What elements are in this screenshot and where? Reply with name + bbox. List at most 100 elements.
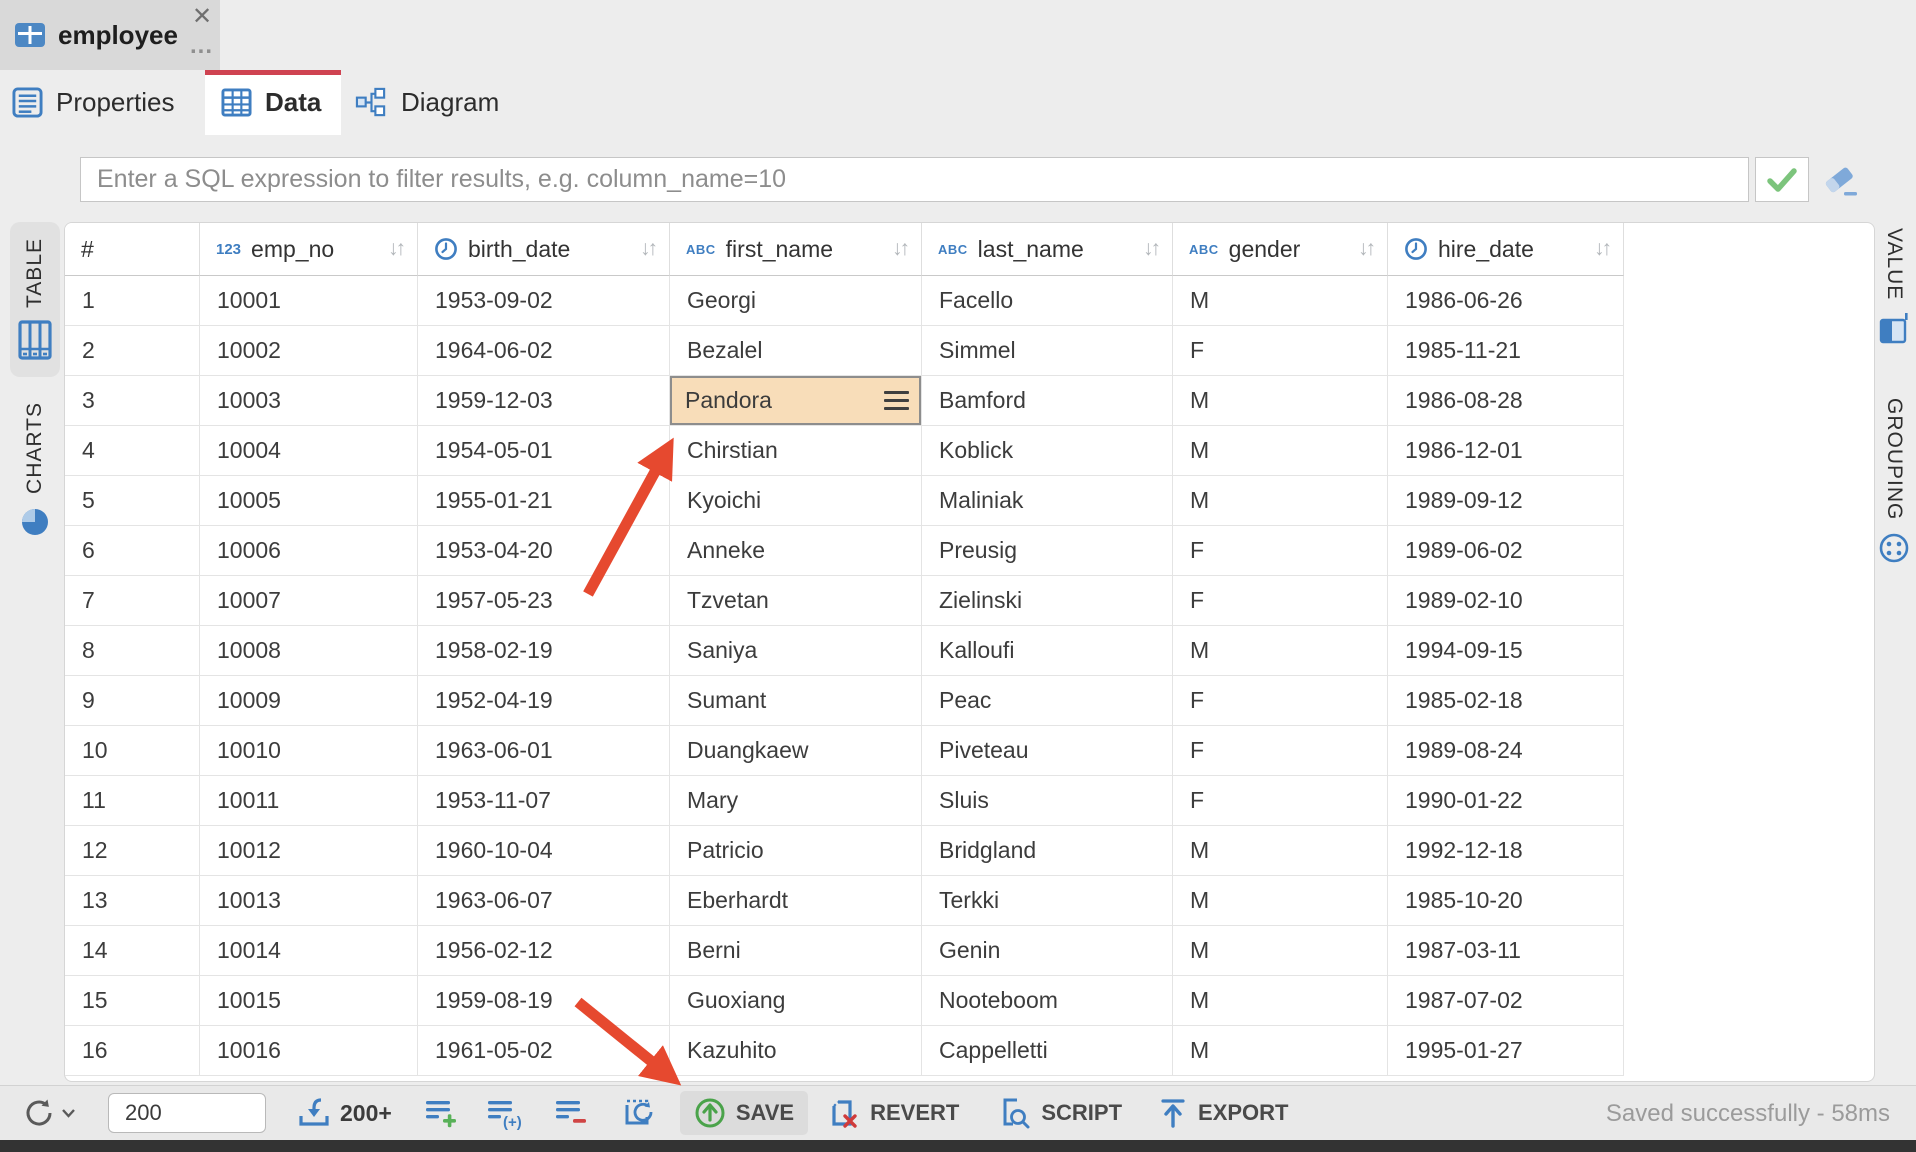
cell-rownum[interactable]: 5 <box>65 476 200 526</box>
cell-birth_date[interactable]: 1952-04-19 <box>418 676 670 726</box>
cell-gender[interactable]: M <box>1173 1026 1388 1076</box>
cell-first_name[interactable]: Bezalel <box>670 326 922 376</box>
sort-arrows-icon[interactable]: ↓↑ <box>1143 237 1162 261</box>
cell-first_name[interactable]: Berni <box>670 926 922 976</box>
cell-first_name[interactable]: Kazuhito <box>670 1026 922 1076</box>
cell-birth_date[interactable]: 1961-05-02 <box>418 1026 670 1076</box>
cell-emp_no[interactable]: 10004 <box>200 426 418 476</box>
save-button[interactable]: SAVE <box>680 1091 808 1135</box>
cell-first_name[interactable]: Mary <box>670 776 922 826</box>
delete-row-icon[interactable] <box>554 1096 588 1130</box>
cell-last_name[interactable]: Preusig <box>922 526 1173 576</box>
sort-arrows-icon[interactable]: ↓↑ <box>892 237 911 261</box>
column-header-emp_no[interactable]: 123emp_no↓↑ <box>200 223 418 276</box>
sidebar-item-charts[interactable]: CHARTS <box>10 390 60 550</box>
cell-first_name[interactable]: Anneke <box>670 526 922 576</box>
cell-emp_no[interactable]: 10005 <box>200 476 418 526</box>
clear-filter-icon[interactable] <box>1820 161 1860 201</box>
cell-rownum[interactable]: 15 <box>65 976 200 1026</box>
cell-emp_no[interactable]: 10011 <box>200 776 418 826</box>
export-button[interactable]: EXPORT <box>1158 1096 1288 1130</box>
tab-overflow-icon[interactable]: ... <box>190 32 213 60</box>
cell-gender[interactable]: M <box>1173 376 1388 426</box>
cell-hire_date[interactable]: 1986-08-28 <box>1388 376 1624 426</box>
cell-birth_date[interactable]: 1955-01-21 <box>418 476 670 526</box>
sort-arrows-icon[interactable]: ↓↑ <box>1594 237 1613 261</box>
cell-hire_date[interactable]: 1987-03-11 <box>1388 926 1624 976</box>
cell-gender[interactable]: F <box>1173 526 1388 576</box>
cell-last_name[interactable]: Cappelletti <box>922 1026 1173 1076</box>
cell-hire_date[interactable]: 1995-01-27 <box>1388 1026 1624 1076</box>
cell-birth_date[interactable]: 1963-06-01 <box>418 726 670 776</box>
cell-last_name[interactable]: Zielinski <box>922 576 1173 626</box>
cell-last_name[interactable]: Maliniak <box>922 476 1173 526</box>
duplicate-row-icon[interactable]: (+) <box>486 1096 524 1130</box>
cell-last_name[interactable]: Peac <box>922 676 1173 726</box>
cell-rownum[interactable]: 10 <box>65 726 200 776</box>
cell-gender[interactable]: F <box>1173 676 1388 726</box>
cell-hire_date[interactable]: 1989-02-10 <box>1388 576 1624 626</box>
cell-last_name[interactable]: Nooteboom <box>922 976 1173 1026</box>
cell-rownum[interactable]: 1 <box>65 276 200 326</box>
tab-properties[interactable]: Properties <box>6 70 204 135</box>
cell-birth_date[interactable]: 1959-12-03 <box>418 376 670 426</box>
cell-emp_no[interactable]: 10002 <box>200 326 418 376</box>
cell-hire_date[interactable]: 1985-02-18 <box>1388 676 1624 726</box>
fetch-next-page-icon[interactable] <box>296 1096 332 1130</box>
cell-emp_no[interactable]: 10014 <box>200 926 418 976</box>
cell-hire_date[interactable]: 1990-01-22 <box>1388 776 1624 826</box>
cell-hire_date[interactable]: 1987-07-02 <box>1388 976 1624 1026</box>
cell-last_name[interactable]: Sluis <box>922 776 1173 826</box>
cell-rownum[interactable]: 6 <box>65 526 200 576</box>
sidebar-item-grouping[interactable]: GROUPING <box>1874 398 1914 564</box>
cell-gender[interactable]: M <box>1173 826 1388 876</box>
cell-emp_no[interactable]: 10003 <box>200 376 418 426</box>
cell-first_name[interactable]: Patricio <box>670 826 922 876</box>
cell-last_name[interactable]: Bamford <box>922 376 1173 426</box>
cell-birth_date[interactable]: 1957-05-23 <box>418 576 670 626</box>
cell-gender[interactable]: M <box>1173 976 1388 1026</box>
cell-birth_date[interactable]: 1964-06-02 <box>418 326 670 376</box>
column-header-hire_date[interactable]: hire_date↓↑ <box>1388 223 1624 276</box>
cell-rownum[interactable]: 9 <box>65 676 200 726</box>
cell-gender[interactable]: M <box>1173 426 1388 476</box>
cell-hire_date[interactable]: 1989-06-02 <box>1388 526 1624 576</box>
cell-emp_no[interactable]: 10009 <box>200 676 418 726</box>
cell-last_name[interactable]: Koblick <box>922 426 1173 476</box>
sort-arrows-icon[interactable]: ↓↑ <box>388 237 407 261</box>
cell-last_name[interactable]: Genin <box>922 926 1173 976</box>
cell-emp_no[interactable]: 10008 <box>200 626 418 676</box>
cell-gender[interactable]: F <box>1173 776 1388 826</box>
cell-hire_date[interactable]: 1985-11-21 <box>1388 326 1624 376</box>
cell-hire_date[interactable]: 1994-09-15 <box>1388 626 1624 676</box>
cell-first_name[interactable]: Kyoichi <box>670 476 922 526</box>
tab-diagram[interactable]: Diagram <box>345 70 525 135</box>
column-header-gender[interactable]: ABCgender↓↑ <box>1173 223 1388 276</box>
fetch-size-input[interactable] <box>108 1093 266 1133</box>
cell-menu-icon[interactable] <box>884 386 909 415</box>
cell-first_name[interactable]: Saniya <box>670 626 922 676</box>
cell-gender[interactable]: F <box>1173 726 1388 776</box>
cell-first_name[interactable]: Duangkaew <box>670 726 922 776</box>
revert-button[interactable]: REVERT <box>828 1096 959 1130</box>
sidebar-item-table[interactable]: TABLE <box>10 222 60 377</box>
cell-hire_date[interactable]: 1986-06-26 <box>1388 276 1624 326</box>
cell-birth_date[interactable]: 1953-11-07 <box>418 776 670 826</box>
chevron-down-icon[interactable] <box>61 1108 76 1118</box>
column-header-first_name[interactable]: ABCfirst_name↓↑ <box>670 223 922 276</box>
cell-rownum[interactable]: 2 <box>65 326 200 376</box>
cell-emp_no[interactable]: 10001 <box>200 276 418 326</box>
sort-arrows-icon[interactable]: ↓↑ <box>640 237 659 261</box>
generate-mock-data-icon[interactable] <box>622 1096 656 1130</box>
cell-rownum[interactable]: 14 <box>65 926 200 976</box>
cell-birth_date[interactable]: 1959-08-19 <box>418 976 670 1026</box>
fetch-more-label[interactable]: 200+ <box>340 1100 392 1127</box>
cell-birth_date[interactable]: 1956-02-12 <box>418 926 670 976</box>
column-header-rownum[interactable]: # <box>65 223 200 276</box>
close-icon[interactable]: ✕ <box>192 2 212 31</box>
editor-tab-employee[interactable]: employee <box>0 0 220 70</box>
cell-hire_date[interactable]: 1992-12-18 <box>1388 826 1624 876</box>
cell-gender[interactable]: M <box>1173 476 1388 526</box>
cell-last_name[interactable]: Facello <box>922 276 1173 326</box>
cell-first_name[interactable]: Chirstian <box>670 426 922 476</box>
